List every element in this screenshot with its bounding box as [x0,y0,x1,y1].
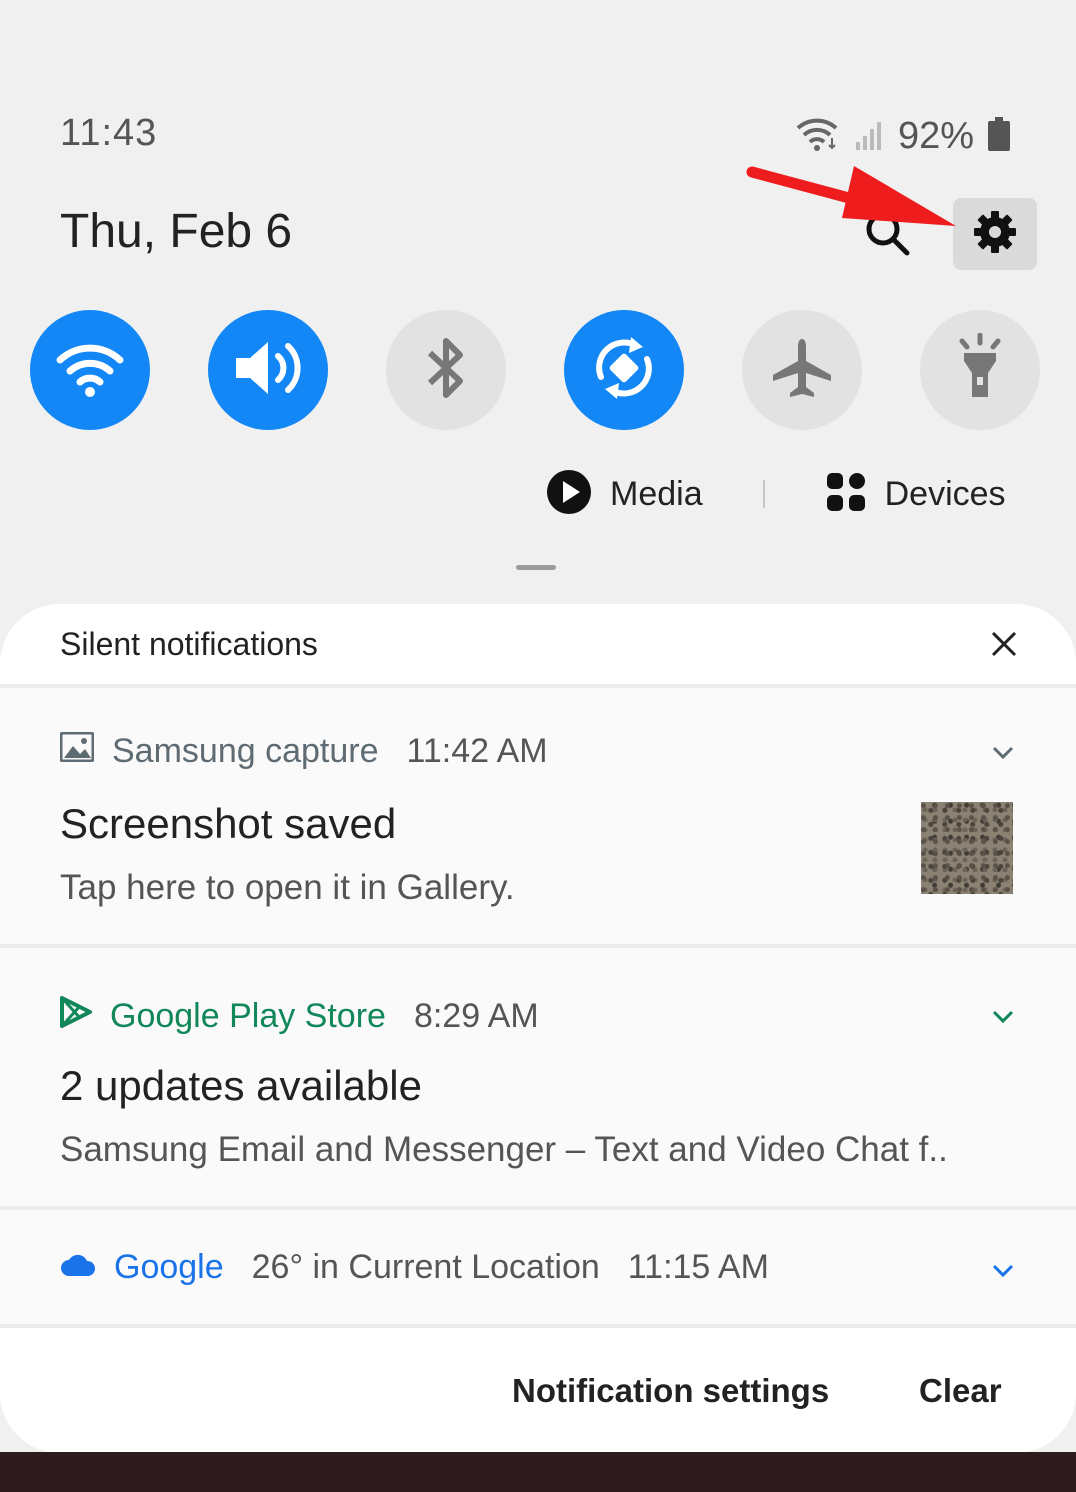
bluetooth-icon [426,335,466,406]
flashlight-icon [952,332,1008,408]
expand-button[interactable] [986,738,1020,772]
cloud-icon [60,1248,96,1287]
flashlight-toggle[interactable] [920,310,1040,430]
rotate-icon [589,333,659,408]
notification-summary: 26° in Current Location [251,1248,600,1286]
notification-time: 11:42 AM [406,732,548,770]
notification-title: 2 updates available [60,1062,422,1109]
notification-body: Tap here to open it in Gallery. [60,868,515,907]
notification-time: 11:15 AM [627,1248,769,1286]
auto-rotate-toggle[interactable] [564,310,684,430]
panel-footer: Notification settings Clear [0,1328,1076,1453]
drag-handle[interactable] [516,565,556,570]
devices-button[interactable]: Devices [825,471,1006,518]
app-name: Google Play Store [110,997,386,1035]
screenshot-thumbnail [921,802,1013,894]
devices-icon [825,471,867,518]
date-label: Thu, Feb 6 [60,205,293,258]
devices-label: Devices [884,474,1006,513]
wifi-toggle[interactable] [30,310,150,430]
media-label: Media [610,474,703,513]
clear-button[interactable]: Clear [919,1372,1002,1410]
chevron-down-icon [991,1009,1015,1030]
quick-toggles [30,310,1042,430]
app-name: Samsung capture [112,732,379,770]
status-time: 11:43 [60,112,158,154]
section-title: Silent notifications [60,626,318,662]
airplane-mode-toggle[interactable] [742,310,862,430]
play-store-icon [60,996,92,1037]
notification-google-play[interactable]: Google Play Store 8:29 AM 2 updates avai… [0,948,1076,1206]
wifi-icon [55,338,125,403]
notification-shade: 11:43 92% Thu, Feb 6 Media Devices Silen… [0,0,1076,1492]
media-devices-row: Media Devices [546,468,1006,520]
chevron-down-icon [991,745,1015,766]
notification-panel: Silent notifications Samsung capture 11:… [0,604,1076,1453]
silent-notifications-header: Silent notifications [0,604,1076,684]
close-button[interactable] [982,624,1026,668]
play-icon [546,469,592,520]
notification-settings-button[interactable]: Notification settings [512,1372,829,1410]
divider [762,480,765,508]
volume-icon [232,338,304,403]
media-button[interactable]: Media [546,469,703,520]
background-strip [0,1452,1076,1492]
gear-icon [972,209,1018,260]
notification-samsung-capture[interactable]: Samsung capture 11:42 AM Screenshot save… [0,688,1076,944]
sound-toggle[interactable] [208,310,328,430]
settings-button[interactable] [953,198,1037,270]
image-icon [59,731,95,771]
signal-status-icon [854,118,884,155]
notification-header: Samsung capture 11:42 AM [59,731,548,771]
bluetooth-toggle[interactable] [386,310,506,430]
battery-icon [988,116,1010,156]
notification-header: Google Play Store 8:29 AM [60,996,539,1037]
close-icon [990,630,1018,663]
annotation-arrow [744,150,964,240]
notification-body: Samsung Email and Messenger – Text and V… [60,1130,948,1169]
notification-header: Google 26° in Current Location 11:15 AM [60,1248,769,1287]
notification-title: Screenshot saved [60,800,397,847]
airplane-icon [769,335,835,406]
chevron-down-icon [991,1263,1015,1284]
notification-google[interactable]: Google 26° in Current Location 11:15 AM [0,1210,1076,1324]
app-name: Google [114,1248,224,1286]
expand-button[interactable] [986,1256,1020,1290]
notification-time: 8:29 AM [413,997,539,1035]
expand-button[interactable] [986,1002,1020,1036]
